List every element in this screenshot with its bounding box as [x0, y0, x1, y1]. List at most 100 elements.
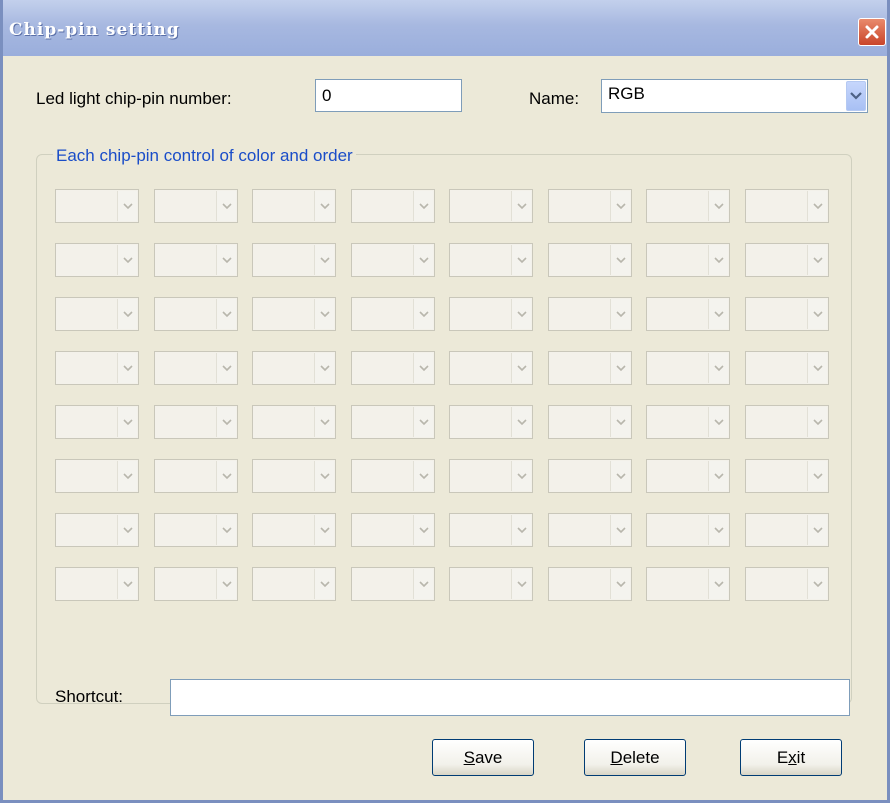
chip-pin-select-r2-c8[interactable] — [745, 243, 829, 277]
dropdown-button[interactable] — [610, 407, 630, 437]
chip-pin-select-r6-c7[interactable] — [646, 459, 730, 493]
chip-pin-select-r2-c6[interactable] — [548, 243, 632, 277]
dropdown-button[interactable] — [117, 569, 137, 599]
dropdown-button[interactable] — [807, 461, 827, 491]
chip-pin-select-r3-c2[interactable] — [154, 297, 238, 331]
dropdown-button[interactable] — [610, 191, 630, 221]
dropdown-button[interactable] — [117, 299, 137, 329]
chip-pin-select-r1-c8[interactable] — [745, 189, 829, 223]
chip-pin-select-r6-c3[interactable] — [252, 459, 336, 493]
chip-pin-select-r1-c3[interactable] — [252, 189, 336, 223]
dropdown-button[interactable] — [610, 461, 630, 491]
dropdown-button[interactable] — [117, 191, 137, 221]
chip-pin-select-r8-c1[interactable] — [55, 567, 139, 601]
chip-pin-select-r5-c3[interactable] — [252, 405, 336, 439]
dropdown-button[interactable] — [807, 569, 827, 599]
chip-pin-select-r3-c8[interactable] — [745, 297, 829, 331]
chip-pin-select-r7-c2[interactable] — [154, 513, 238, 547]
save-button[interactable]: Save — [432, 739, 534, 776]
chip-pin-select-r1-c5[interactable] — [449, 189, 533, 223]
dropdown-button[interactable] — [511, 245, 531, 275]
dropdown-button[interactable] — [314, 191, 334, 221]
dropdown-button[interactable] — [413, 461, 433, 491]
chip-pin-select-r5-c5[interactable] — [449, 405, 533, 439]
dropdown-button[interactable] — [413, 407, 433, 437]
chip-pin-select-r6-c2[interactable] — [154, 459, 238, 493]
chip-pin-select-r4-c3[interactable] — [252, 351, 336, 385]
chip-pin-select-r5-c1[interactable] — [55, 405, 139, 439]
dropdown-button[interactable] — [708, 515, 728, 545]
dropdown-button[interactable] — [807, 299, 827, 329]
dropdown-button[interactable] — [117, 461, 137, 491]
dropdown-button[interactable] — [807, 245, 827, 275]
chip-pin-select-r4-c6[interactable] — [548, 351, 632, 385]
dropdown-button[interactable] — [216, 191, 236, 221]
chip-pin-select-r8-c4[interactable] — [351, 567, 435, 601]
dropdown-button[interactable] — [117, 353, 137, 383]
dropdown-button[interactable] — [807, 515, 827, 545]
title-bar[interactable]: Chip-pin setting — [3, 0, 887, 56]
dropdown-button[interactable] — [413, 299, 433, 329]
dropdown-button[interactable] — [216, 569, 236, 599]
chip-pin-select-r5-c8[interactable] — [745, 405, 829, 439]
dropdown-button[interactable] — [216, 299, 236, 329]
chip-pin-select-r7-c4[interactable] — [351, 513, 435, 547]
dropdown-button[interactable] — [708, 407, 728, 437]
chip-pin-number-input[interactable]: 0 — [315, 79, 462, 112]
chip-pin-select-r6-c1[interactable] — [55, 459, 139, 493]
dropdown-button[interactable] — [511, 407, 531, 437]
close-button[interactable] — [858, 18, 886, 46]
dropdown-button[interactable] — [708, 299, 728, 329]
chip-pin-select-r2-c5[interactable] — [449, 243, 533, 277]
dropdown-button[interactable] — [511, 191, 531, 221]
chip-pin-select-r5-c7[interactable] — [646, 405, 730, 439]
chip-pin-select-r7-c5[interactable] — [449, 513, 533, 547]
chip-pin-select-r7-c3[interactable] — [252, 513, 336, 547]
chip-pin-select-r1-c1[interactable] — [55, 189, 139, 223]
dropdown-button[interactable] — [314, 569, 334, 599]
chip-pin-select-r3-c5[interactable] — [449, 297, 533, 331]
dropdown-button[interactable] — [413, 353, 433, 383]
dropdown-button[interactable] — [511, 515, 531, 545]
dropdown-button[interactable] — [610, 569, 630, 599]
chip-pin-select-r8-c8[interactable] — [745, 567, 829, 601]
dropdown-button[interactable] — [807, 353, 827, 383]
chip-pin-select-r6-c4[interactable] — [351, 459, 435, 493]
chip-pin-select-r6-c6[interactable] — [548, 459, 632, 493]
dropdown-button[interactable] — [807, 407, 827, 437]
chip-pin-select-r7-c8[interactable] — [745, 513, 829, 547]
chip-pin-select-r5-c4[interactable] — [351, 405, 435, 439]
dropdown-button[interactable] — [610, 299, 630, 329]
dropdown-button[interactable] — [807, 191, 827, 221]
chip-pin-select-r2-c1[interactable] — [55, 243, 139, 277]
chip-pin-select-r4-c4[interactable] — [351, 351, 435, 385]
dropdown-button[interactable] — [413, 191, 433, 221]
dropdown-button[interactable] — [413, 569, 433, 599]
name-select[interactable]: RGB — [601, 79, 868, 113]
exit-button[interactable]: Ex it — [740, 739, 842, 776]
chip-pin-select-r3-c1[interactable] — [55, 297, 139, 331]
name-dropdown-button[interactable] — [846, 81, 866, 111]
dropdown-button[interactable] — [314, 245, 334, 275]
chip-pin-select-r7-c1[interactable] — [55, 513, 139, 547]
dropdown-button[interactable] — [511, 461, 531, 491]
chip-pin-select-r1-c6[interactable] — [548, 189, 632, 223]
dropdown-button[interactable] — [314, 299, 334, 329]
chip-pin-select-r4-c7[interactable] — [646, 351, 730, 385]
chip-pin-select-r8-c5[interactable] — [449, 567, 533, 601]
dropdown-button[interactable] — [708, 245, 728, 275]
chip-pin-select-r8-c2[interactable] — [154, 567, 238, 601]
dropdown-button[interactable] — [413, 515, 433, 545]
dropdown-button[interactable] — [708, 461, 728, 491]
dropdown-button[interactable] — [314, 407, 334, 437]
dropdown-button[interactable] — [708, 191, 728, 221]
dropdown-button[interactable] — [117, 407, 137, 437]
chip-pin-select-r8-c7[interactable] — [646, 567, 730, 601]
chip-pin-select-r2-c2[interactable] — [154, 243, 238, 277]
dropdown-button[interactable] — [511, 569, 531, 599]
dropdown-button[interactable] — [511, 299, 531, 329]
chip-pin-select-r2-c7[interactable] — [646, 243, 730, 277]
chip-pin-select-r3-c7[interactable] — [646, 297, 730, 331]
chip-pin-select-r5-c6[interactable] — [548, 405, 632, 439]
dropdown-button[interactable] — [216, 515, 236, 545]
